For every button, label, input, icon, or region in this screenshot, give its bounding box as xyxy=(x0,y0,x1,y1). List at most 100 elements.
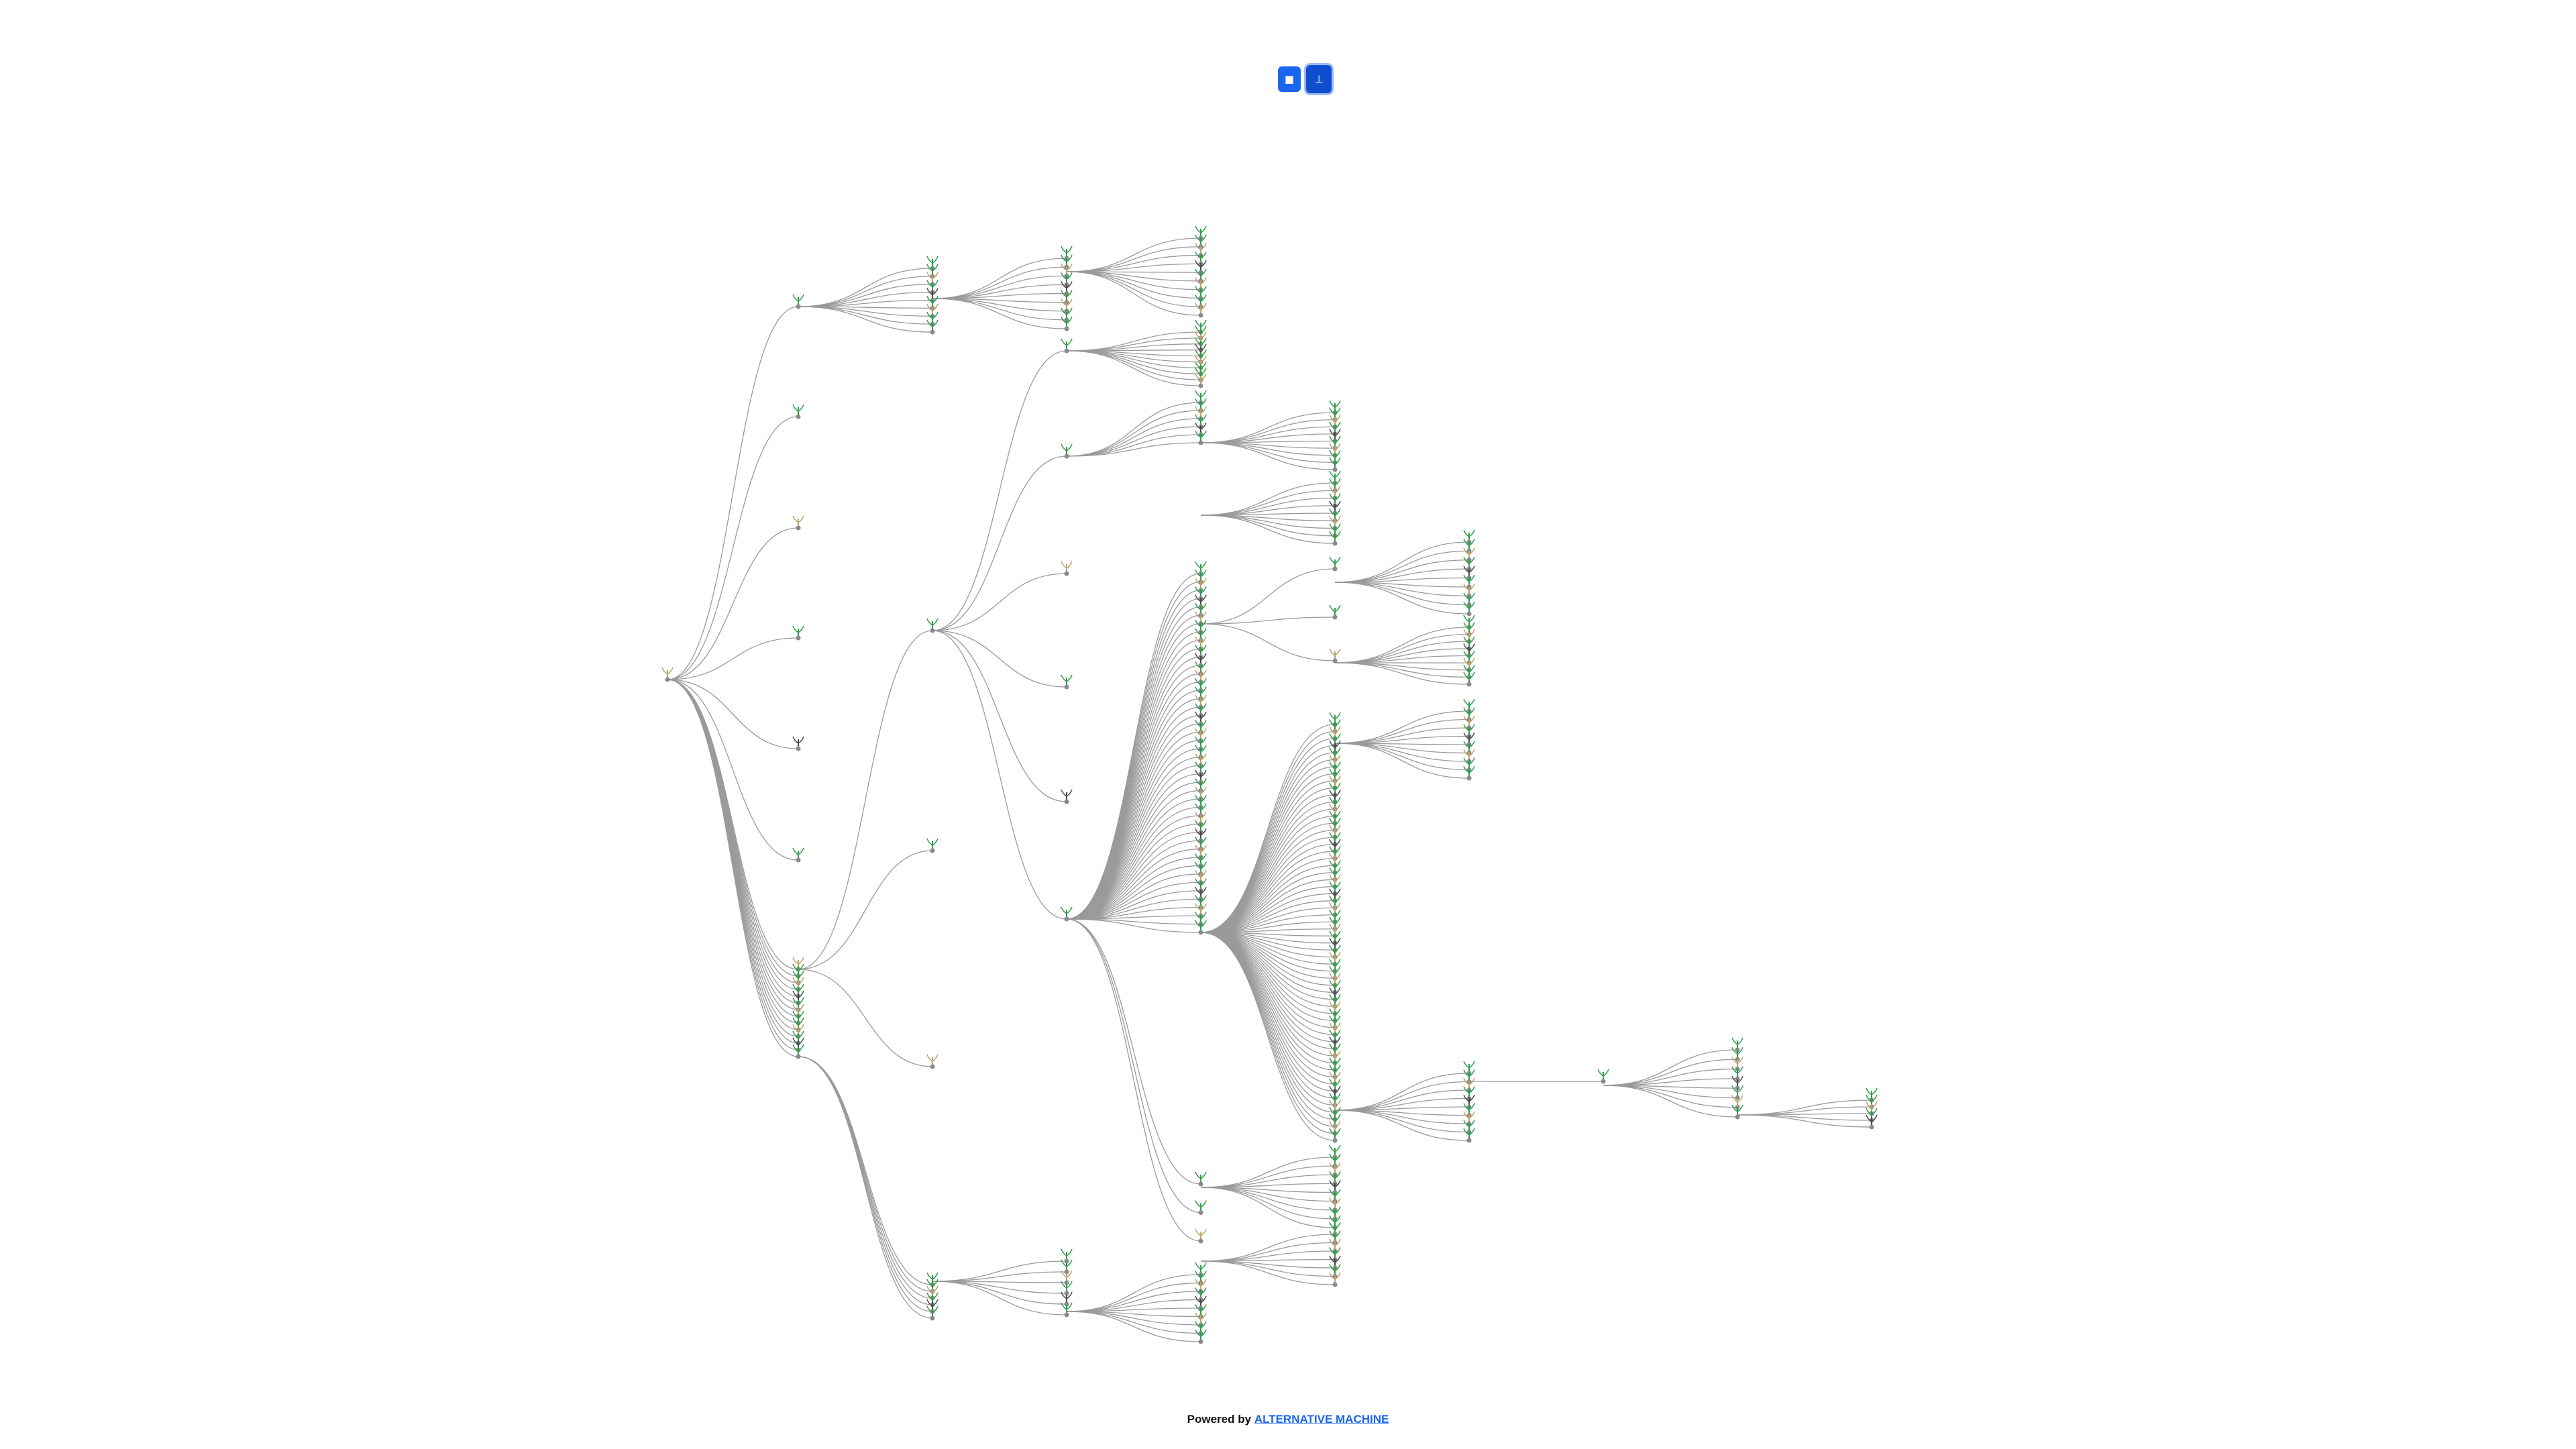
tree-edge xyxy=(1066,1311,1201,1326)
tree-edge xyxy=(1200,1242,1336,1262)
tree-edge xyxy=(1334,1110,1470,1124)
tree-edge xyxy=(1334,541,1470,583)
tree-edge xyxy=(667,527,799,680)
tree-edge xyxy=(1603,1085,1738,1099)
tree-edge xyxy=(798,291,933,307)
tree-edge xyxy=(1200,794,1336,933)
tree-edge xyxy=(1200,745,1336,933)
tree-edge xyxy=(1334,1110,1470,1133)
tree-edge xyxy=(1200,426,1336,443)
tree-edge xyxy=(1603,1049,1738,1086)
tree-edge xyxy=(1200,932,1336,1127)
tree-edge xyxy=(1200,497,1336,516)
tree-edge xyxy=(932,298,1067,329)
tree-edge xyxy=(932,1271,1067,1282)
tree-edge xyxy=(1066,1282,1201,1312)
tree-edge xyxy=(798,1056,933,1299)
tree-edge xyxy=(1200,1187,1336,1211)
tree-edge xyxy=(667,679,799,1037)
tree-edge xyxy=(798,1056,933,1292)
tree-edge xyxy=(1200,932,1336,1028)
tree-edge xyxy=(798,630,933,970)
tree-node[interactable] xyxy=(1195,1200,1207,1216)
tree-edge xyxy=(667,679,799,977)
tree-edge xyxy=(1066,918,1201,1214)
tree-edge xyxy=(1334,582,1470,606)
tree-edge xyxy=(1066,673,1201,920)
tree-edge xyxy=(1200,1157,1336,1188)
tree-edge xyxy=(667,306,799,680)
tree-edge xyxy=(1334,710,1470,744)
tree-edge xyxy=(1200,932,1336,1120)
tree-edge xyxy=(667,679,799,1044)
tree-edge xyxy=(1200,515,1336,529)
tree-edge xyxy=(1200,515,1336,544)
tree-edge xyxy=(798,850,933,970)
tree-edge xyxy=(1200,724,1336,933)
tree-edge xyxy=(1334,1081,1470,1111)
tree-edge xyxy=(1334,633,1470,663)
tree-edge xyxy=(932,1260,1067,1282)
tree-edge xyxy=(1066,1311,1201,1334)
tree-edge xyxy=(798,276,933,307)
tree-edge xyxy=(1200,932,1336,1141)
tree-edge xyxy=(1066,690,1201,920)
tree-edge xyxy=(932,1281,1067,1294)
tree-edge xyxy=(1200,932,1336,1071)
tree-edge xyxy=(667,679,799,970)
tree-edge xyxy=(798,1056,933,1312)
footer-prefix: Powered by xyxy=(1187,1413,1252,1426)
tree-edge xyxy=(1066,271,1201,316)
tree-edge xyxy=(1066,918,1201,1185)
tree-edge xyxy=(1603,1059,1738,1086)
tree-diagram xyxy=(661,225,1878,1344)
tree-edge xyxy=(667,679,799,1004)
tree-edge xyxy=(1066,254,1201,272)
tree-edge xyxy=(667,679,799,983)
tree-edge xyxy=(798,306,933,333)
tree-edge xyxy=(1200,568,1336,625)
tree-edge xyxy=(932,630,1067,688)
tree-edge xyxy=(1200,932,1336,1099)
tree-edge xyxy=(1200,766,1336,933)
tree-edge xyxy=(1200,932,1336,1078)
tree-edge xyxy=(1200,1234,1336,1262)
tree-edge xyxy=(1200,623,1336,661)
tree-edge xyxy=(932,275,1067,299)
tree-edge xyxy=(1200,1187,1336,1228)
tree-edge xyxy=(798,1056,933,1305)
tree-edge xyxy=(667,679,799,1010)
tree-edges xyxy=(667,237,1872,1342)
footer: Powered by ALTERNATIVE MACHINE xyxy=(0,1413,2576,1426)
tree-edge xyxy=(932,455,1067,631)
tree-edge xyxy=(1334,627,1470,663)
tree-edge xyxy=(1603,1085,1738,1118)
tree-edge xyxy=(798,969,933,1067)
tree-edge xyxy=(1200,837,1336,933)
tree-edge xyxy=(1200,419,1336,443)
tree-node[interactable] xyxy=(1195,1171,1207,1187)
tree-edge xyxy=(1334,559,1470,583)
tree-edge xyxy=(1066,350,1201,374)
tree-edge xyxy=(932,258,1067,299)
tree-edge xyxy=(667,679,799,1057)
tree-edge xyxy=(1066,918,1201,1242)
tree-edge xyxy=(1066,806,1201,920)
tree-edge xyxy=(1066,698,1201,920)
tree-edge xyxy=(932,1281,1067,1316)
tree-edge xyxy=(667,679,799,997)
tree-edge xyxy=(1200,1183,1336,1188)
tree-edge xyxy=(667,679,799,1030)
tree-edge xyxy=(667,679,799,990)
tree-edge xyxy=(932,630,1067,920)
tree-edge xyxy=(1200,932,1336,986)
tree-edge xyxy=(667,416,799,680)
tree-edge xyxy=(1066,402,1201,457)
tree-edge xyxy=(1066,648,1201,920)
tree-edge xyxy=(1603,1068,1738,1086)
tree-node[interactable] xyxy=(1195,1228,1207,1244)
footer-link[interactable]: ALTERNATIVE MACHINE xyxy=(1254,1413,1389,1426)
tree-edge xyxy=(1200,738,1336,933)
tree-edge xyxy=(1603,1085,1738,1108)
tree-edge xyxy=(1066,350,1201,380)
